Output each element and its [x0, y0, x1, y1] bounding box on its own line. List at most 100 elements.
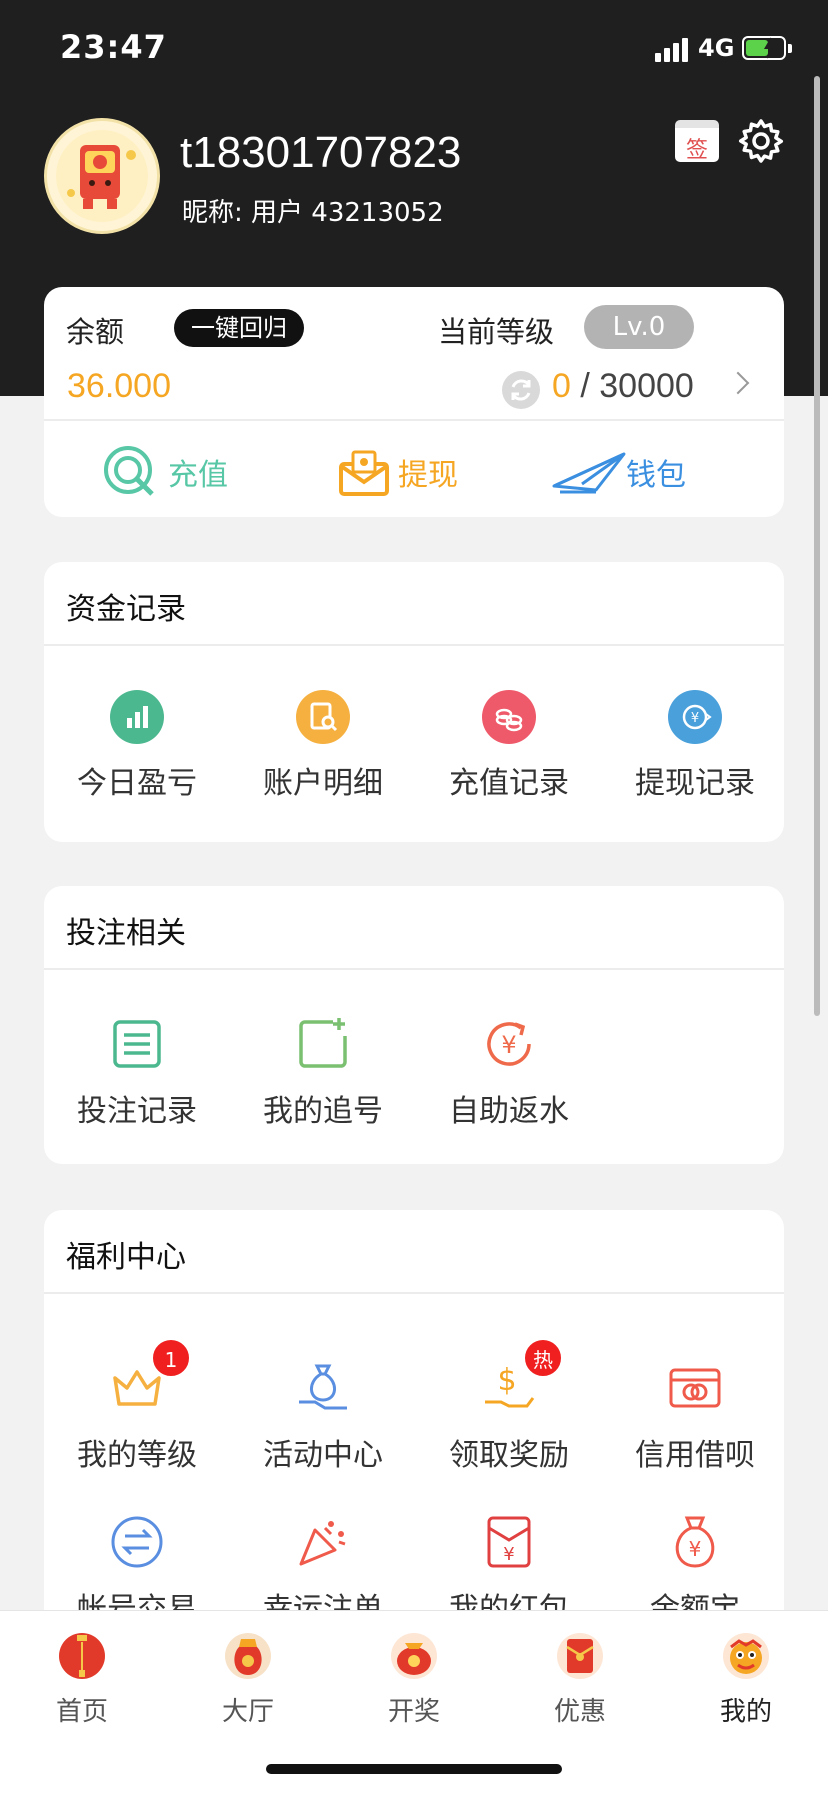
dollar-hand-icon: $ 热 [481, 1338, 563, 1416]
hot-badge: 热 [523, 1338, 563, 1378]
grid-item-label: 领取奖励 [449, 1438, 569, 1473]
tab-promotions[interactable]: 优惠 [520, 1633, 640, 1728]
grid-item-label: 充值记录 [449, 766, 569, 801]
return-funds-button[interactable]: 一键回归 [174, 309, 304, 347]
battery-icon [742, 36, 786, 60]
grid-item-claim-rewards[interactable]: $ 热 领取奖励 [416, 1338, 602, 1474]
grid-item-label: 活动中心 [263, 1438, 383, 1473]
yen-refresh-icon: ¥ [481, 1016, 537, 1072]
svg-text:¥: ¥ [691, 711, 699, 726]
yen-exchange-icon: ¥ [668, 690, 722, 744]
grid-item-account-detail[interactable]: 账户明细 [230, 690, 416, 802]
level-label: 当前等级 [438, 315, 555, 349]
money-bag-hand-icon [295, 1360, 351, 1416]
gear-icon[interactable] [738, 118, 784, 164]
welfare-section-title: 福利中心 [66, 1240, 186, 1275]
svg-text:¥: ¥ [503, 1544, 514, 1565]
grid-item-label: 信用借呗 [635, 1438, 755, 1473]
wallet-button[interactable]: 钱包 [552, 437, 686, 507]
tab-label: 开奖 [387, 1697, 440, 1727]
grid-item-label: 自助返水 [449, 1094, 569, 1129]
withdraw-icon [339, 450, 389, 496]
paper-plane-icon [552, 452, 626, 494]
svg-text:$: $ [497, 1363, 516, 1398]
lucky-bag-icon [225, 1633, 271, 1679]
yen-bag-icon: ¥ [667, 1514, 723, 1570]
grid-item-self-rebate[interactable]: ¥ 自助返水 [416, 1016, 602, 1130]
balance-value: 36.000 [67, 367, 171, 405]
tab-home[interactable]: 首页 [22, 1633, 142, 1728]
add-note-icon [295, 1016, 351, 1072]
level-progress[interactable]: 0 / 30000 [552, 367, 694, 406]
tab-mine[interactable]: 我的 [686, 1633, 806, 1728]
level-target: 30000 [599, 367, 694, 405]
grid-item-deposit-records[interactable]: 充值记录 [416, 690, 602, 802]
grid-item-credit-loan[interactable]: 信用借呗 [602, 1360, 784, 1474]
welfare-center-card: 福利中心 1 我的等级 活动中心 $ 热 领取奖励 信用借呗 帐号交易 [44, 1210, 784, 1630]
grid-item-label: 我的等级 [77, 1438, 197, 1473]
grid-item-bet-records[interactable]: 投注记录 [44, 1016, 230, 1130]
document-search-icon [296, 690, 350, 744]
network-type: 4G [698, 34, 735, 62]
scrollbar[interactable] [814, 76, 820, 1016]
svg-text:¥: ¥ [689, 1537, 702, 1561]
grid-item-label: 今日盈亏 [77, 766, 197, 801]
status-bar: 23:47 4G [0, 0, 828, 100]
svg-text:¥: ¥ [501, 1031, 516, 1059]
level-badge: Lv.0 [584, 305, 694, 349]
grid-item-withdraw-records[interactable]: ¥ 提现记录 [602, 690, 784, 802]
grid-item-label: 账户明细 [263, 766, 383, 801]
deposit-icon [104, 446, 154, 496]
grid-item-label: 提现记录 [635, 766, 755, 801]
battery-tip [788, 44, 792, 53]
balance-label: 余额 [66, 315, 125, 349]
coins-icon [482, 690, 536, 744]
tab-lottery-results[interactable]: 开奖 [354, 1633, 474, 1728]
divider [44, 968, 784, 970]
deposit-label: 充值 [168, 458, 228, 493]
prize-pouch-icon [391, 1633, 437, 1679]
bet-section-title: 投注相关 [66, 916, 186, 951]
crown-icon: 1 [109, 1338, 191, 1416]
wallet-label: 钱包 [626, 458, 686, 493]
red-envelope-icon: ¥ [481, 1514, 537, 1570]
red-packet-icon [557, 1633, 603, 1679]
level-separator: / [570, 367, 600, 405]
exchange-icon [109, 1514, 165, 1570]
grid-item-activity-center[interactable]: 活动中心 [230, 1360, 416, 1474]
funds-section-title: 资金记录 [66, 592, 186, 627]
tab-label: 大厅 [221, 1697, 274, 1727]
grid-item-my-level[interactable]: 1 我的等级 [44, 1338, 230, 1474]
username: t18301707823 [180, 128, 462, 177]
sign-in-icon[interactable]: 签 [675, 120, 719, 163]
level-current: 0 [552, 367, 571, 405]
funds-records-card: 资金记录 今日盈亏 账户明细 充值记录 ¥ 提现记录 [44, 562, 784, 842]
status-time: 23:47 [60, 28, 167, 66]
deposit-button[interactable]: 充值 [100, 437, 228, 507]
refresh-icon[interactable] [502, 371, 540, 409]
party-popper-icon [295, 1514, 351, 1570]
grid-item-label: 投注记录 [77, 1094, 197, 1129]
nickname: 昵称: 用户 43213052 [182, 198, 444, 228]
avatar[interactable] [44, 118, 160, 234]
lantern-icon [59, 1633, 105, 1679]
divider [44, 644, 784, 646]
withdraw-label: 提现 [398, 458, 458, 493]
tab-label: 我的 [719, 1697, 772, 1727]
sign-in-icon-text: 签 [685, 138, 708, 163]
notification-badge: 1 [151, 1338, 191, 1378]
divider [44, 1292, 784, 1294]
balance-card: 余额 一键回归 当前等级 Lv.0 36.000 0 / 30000 充值 提现 [44, 287, 784, 517]
home-indicator [266, 1764, 562, 1774]
bar-chart-icon [110, 690, 164, 744]
withdraw-button[interactable]: 提现 [338, 437, 458, 507]
lion-dance-icon [723, 1633, 769, 1679]
grid-item-today-pnl[interactable]: 今日盈亏 [44, 690, 230, 802]
grid-item-my-chase[interactable]: 我的追号 [230, 1016, 416, 1130]
bet-related-card: 投注相关 投注记录 我的追号 ¥ 自助返水 [44, 886, 784, 1164]
chevron-right-icon[interactable] [726, 371, 750, 395]
tab-lobby[interactable]: 大厅 [188, 1633, 308, 1728]
grid-item-label: 我的追号 [263, 1094, 383, 1129]
credit-card-icon [667, 1360, 723, 1416]
divider [44, 419, 784, 421]
